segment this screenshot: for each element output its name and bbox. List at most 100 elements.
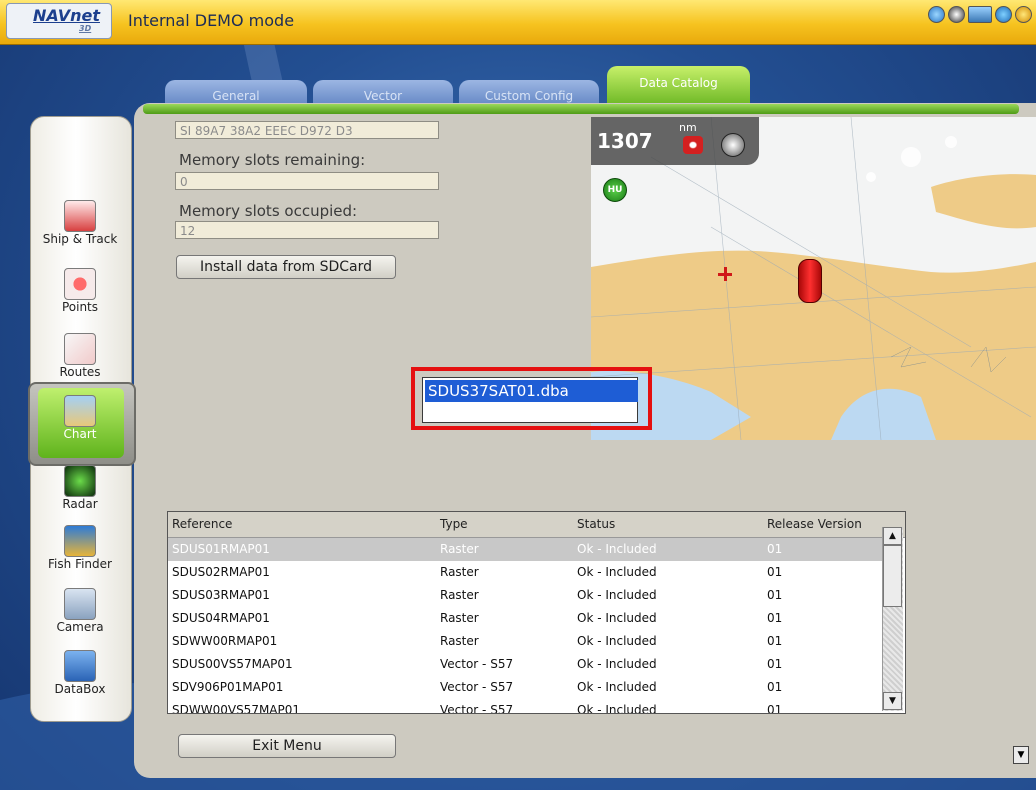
scroll-down-icon[interactable]: ▼ (883, 692, 902, 710)
cell-type: Raster (440, 542, 479, 556)
sidebar-item-label: Radar (62, 497, 98, 511)
sidebar-item-databox[interactable]: DataBox (30, 650, 130, 696)
ship-track-icon (64, 200, 96, 232)
memory-occupied-field[interactable]: 12 (175, 221, 439, 239)
cell-reference: SDUS00VS57MAP01 (172, 657, 293, 671)
cell-status: Ok - Included (577, 657, 657, 671)
cell-version: 01 (767, 680, 783, 694)
table-scrollbar[interactable]: ▲ ▼ (882, 527, 903, 711)
sidebar-item-ship-track[interactable]: Ship & Track (30, 200, 130, 246)
panel-scroll-down-icon[interactable]: ▼ (1013, 746, 1029, 764)
range-scale-icon (683, 136, 703, 154)
cell-reference: SDV906P01MAP01 (172, 680, 284, 694)
sidebar-item-routes[interactable]: Routes (30, 333, 130, 379)
cell-version: 01 (767, 634, 783, 648)
sidebar-item-points[interactable]: Points (30, 268, 130, 314)
file-list-popup[interactable]: SDUS37SAT01.dba (422, 377, 638, 423)
cell-type: Vector - S57 (440, 703, 514, 714)
chart-map[interactable] (591, 117, 1036, 440)
cell-status: Ok - Included (577, 565, 657, 579)
cell-type: Raster (440, 565, 479, 579)
sidebar-item-fish-finder[interactable]: Fish Finder (30, 525, 130, 571)
cursor-cross-icon (718, 267, 732, 281)
column-header-status[interactable]: Status (577, 517, 615, 531)
range-display: 1307 nm (591, 117, 759, 165)
sidebar-item-label: Ship & Track (42, 232, 118, 246)
cell-status: Ok - Included (577, 542, 657, 556)
databox-icon (64, 650, 96, 682)
cell-type: Raster (440, 634, 479, 648)
exit-menu-button[interactable]: Exit Menu (178, 734, 396, 758)
mode-title: Internal DEMO mode (128, 11, 295, 30)
cell-reference: SDUS03RMAP01 (172, 588, 270, 602)
globe-icon[interactable] (928, 6, 945, 23)
scroll-thumb[interactable] (883, 545, 902, 607)
memory-occupied-label: Memory slots occupied: (179, 202, 358, 220)
table-row[interactable]: SDUS01RMAP01 Raster Ok - Included 01 (168, 538, 882, 561)
sidebar-item-radar[interactable]: Radar (30, 465, 130, 511)
column-header-type[interactable]: Type (440, 517, 468, 531)
tab-underline (143, 104, 1019, 114)
status-tray (928, 6, 1032, 23)
cell-status: Ok - Included (577, 634, 657, 648)
logo-text: NAVnet (33, 6, 100, 25)
table-header: Reference Type Status Release Version (168, 512, 905, 538)
cell-type: Raster (440, 611, 479, 625)
compass-dial-icon[interactable] (721, 133, 745, 157)
cell-type: Raster (440, 588, 479, 602)
cell-reference: SDUS04RMAP01 (172, 611, 270, 625)
head-up-badge[interactable]: HU (603, 178, 627, 202)
cell-status: Ok - Included (577, 680, 657, 694)
range-value: 1307 (597, 129, 653, 153)
camera-icon (64, 588, 96, 620)
routes-icon (64, 333, 96, 365)
cell-reference: SDWW00RMAP01 (172, 634, 278, 648)
sidebar-item-label: Chart (63, 427, 97, 441)
scroll-up-icon[interactable]: ▲ (883, 527, 902, 545)
sidebar-item-label: DataBox (54, 682, 106, 696)
gps-icon[interactable] (995, 6, 1012, 23)
table-row[interactable]: SDV906P01MAP01 Vector - S57 Ok - Include… (168, 676, 882, 699)
selected-file-item[interactable]: SDUS37SAT01.dba (425, 380, 638, 402)
fish-finder-icon (64, 525, 96, 557)
table-row[interactable]: SDUS02RMAP01 Raster Ok - Included 01 (168, 561, 882, 584)
cell-version: 01 (767, 657, 783, 671)
own-ship-icon (798, 259, 822, 303)
sidebar-item-label: Camera (56, 620, 104, 634)
points-icon (64, 268, 96, 300)
sidebar-item-label: Points (61, 300, 99, 314)
cell-type: Vector - S57 (440, 680, 514, 694)
network-icon[interactable] (968, 6, 992, 23)
data-catalog-table[interactable]: Reference Type Status Release Version SD… (167, 511, 906, 714)
cell-reference: SDWW00VS57MAP01 (172, 703, 301, 714)
range-unit: nm (679, 121, 697, 134)
cell-status: Ok - Included (577, 703, 657, 714)
column-header-release-version[interactable]: Release Version (767, 517, 862, 531)
column-header-reference[interactable]: Reference (172, 517, 232, 531)
title-bar: NAVnet 3D Internal DEMO mode (0, 0, 1036, 45)
satellite-icon[interactable] (1015, 6, 1032, 23)
cell-version: 01 (767, 703, 783, 714)
navnet-logo: NAVnet 3D (6, 3, 112, 39)
logo-subtext: 3D (79, 24, 92, 33)
install-sdcard-button[interactable]: Install data from SDCard (176, 255, 396, 279)
table-row[interactable]: SDWW00RMAP01 Raster Ok - Included 01 (168, 630, 882, 653)
chart-icon (64, 395, 96, 427)
table-row[interactable]: SDUS04RMAP01 Raster Ok - Included 01 (168, 607, 882, 630)
memory-remaining-field[interactable]: 0 (175, 172, 439, 190)
sidebar-item-label: Fish Finder (48, 557, 112, 571)
cell-version: 01 (767, 542, 783, 556)
sidebar-item-camera[interactable]: Camera (30, 588, 130, 634)
table-row[interactable]: SDUS00VS57MAP01 Vector - S57 Ok - Includ… (168, 653, 882, 676)
memory-remaining-label: Memory slots remaining: (179, 151, 366, 169)
table-row[interactable]: SDWW00VS57MAP01 Vector - S57 Ok - Includ… (168, 699, 882, 714)
system-id-field[interactable]: SI 89A7 38A2 EEEC D972 D3 (175, 121, 439, 139)
sidebar-item-chart[interactable]: Chart (30, 395, 130, 441)
cell-status: Ok - Included (577, 588, 657, 602)
cell-version: 01 (767, 588, 783, 602)
sidebar-item-label: Routes (59, 365, 101, 379)
cell-type: Vector - S57 (440, 657, 514, 671)
compass-icon[interactable] (948, 6, 965, 23)
table-row[interactable]: SDUS03RMAP01 Raster Ok - Included 01 (168, 584, 882, 607)
cell-status: Ok - Included (577, 611, 657, 625)
